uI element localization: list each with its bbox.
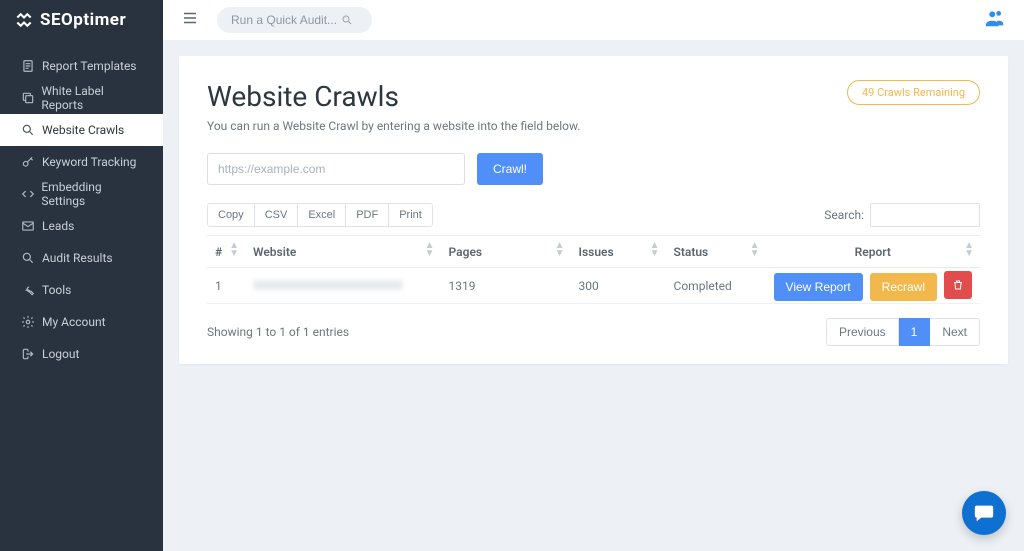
col-num[interactable]: #▲▼	[207, 236, 245, 268]
page-subtitle: You can run a Website Crawl by entering …	[207, 119, 980, 133]
cell-num: 1	[207, 268, 245, 304]
topbar	[163, 0, 1024, 40]
export-button-group: Copy CSV Excel PDF Print	[207, 203, 433, 227]
col-pages[interactable]: Pages▲▼	[441, 236, 571, 268]
export-copy-button[interactable]: Copy	[207, 203, 255, 227]
logo-icon	[14, 10, 34, 30]
cell-actions: View Report Recrawl	[766, 268, 980, 304]
chat-icon	[973, 502, 995, 524]
sidebar: SEOptimer Report Templates White Label R…	[0, 0, 163, 551]
mail-icon	[18, 219, 38, 233]
crawl-url-input[interactable]	[207, 153, 465, 185]
sort-icon: ▲▼	[425, 242, 435, 258]
sidebar-item-label: My Account	[42, 315, 106, 329]
crawls-table: #▲▼ Website▲▼ Pages▲▼ Issues▲▼ Status▲▼ …	[207, 235, 980, 304]
pager-prev[interactable]: Previous	[826, 318, 899, 346]
export-print-button[interactable]: Print	[389, 203, 433, 227]
sidebar-item-white-label-reports[interactable]: White Label Reports	[0, 82, 163, 114]
sort-icon: ▲▼	[555, 242, 565, 258]
sidebar-item-embedding-settings[interactable]: Embedding Settings	[0, 178, 163, 210]
table-search-input[interactable]	[870, 203, 980, 227]
menu-toggle-icon[interactable]	[181, 9, 199, 31]
delete-button[interactable]	[944, 271, 972, 299]
sidebar-item-keyword-tracking[interactable]: Keyword Tracking	[0, 146, 163, 178]
wrench-icon	[18, 283, 38, 297]
col-issues[interactable]: Issues▲▼	[571, 236, 666, 268]
document-icon	[18, 59, 38, 73]
brand-name: SEOptimer	[40, 10, 126, 30]
cell-issues: 300	[571, 268, 666, 304]
quick-audit-search[interactable]	[217, 7, 372, 33]
col-report[interactable]: Report▲▼	[766, 236, 980, 268]
redacted-website	[253, 280, 403, 290]
sidebar-item-leads[interactable]: Leads	[0, 210, 163, 242]
sidebar-item-my-account[interactable]: My Account	[0, 306, 163, 338]
recrawl-button[interactable]: Recrawl	[870, 273, 937, 301]
cell-pages: 1319	[441, 268, 571, 304]
sort-icon: ▲▼	[650, 242, 660, 258]
sidebar-item-website-crawls[interactable]: Website Crawls	[0, 114, 163, 146]
magnify-icon	[18, 123, 38, 137]
search-results-icon	[18, 251, 38, 265]
copy-icon	[18, 91, 37, 105]
sidebar-item-report-templates[interactable]: Report Templates	[0, 50, 163, 82]
sidebar-item-audit-results[interactable]: Audit Results	[0, 242, 163, 274]
code-icon	[18, 187, 37, 201]
sidebar-item-label: Report Templates	[42, 59, 137, 73]
sidebar-item-logout[interactable]: Logout	[0, 338, 163, 370]
pager-page-1[interactable]: 1	[899, 318, 931, 346]
table-search-label: Search:	[824, 208, 864, 222]
sidebar-item-label: Embedding Settings	[41, 180, 145, 208]
cell-website	[245, 268, 441, 304]
pager-next[interactable]: Next	[930, 318, 980, 346]
table-row: 1 1319 300 Completed View Report Recrawl	[207, 268, 980, 304]
page-title: Website Crawls	[207, 80, 399, 113]
users-icon[interactable]	[984, 7, 1006, 33]
pagination: Previous 1 Next	[826, 318, 980, 346]
sidebar-list: Report Templates White Label Reports Web…	[0, 50, 163, 370]
sort-icon: ▲▼	[964, 242, 974, 258]
sidebar-item-label: Leads	[42, 219, 74, 233]
crawls-card: Website Crawls 49 Crawls Remaining You c…	[179, 56, 1008, 364]
crawls-remaining-badge: 49 Crawls Remaining	[847, 80, 980, 105]
view-report-button[interactable]: View Report	[774, 273, 863, 301]
gear-icon	[18, 315, 38, 329]
col-status[interactable]: Status▲▼	[666, 236, 766, 268]
logout-icon	[18, 347, 38, 361]
cell-status: Completed	[666, 268, 766, 304]
sidebar-item-tools[interactable]: Tools	[0, 274, 163, 306]
trash-icon	[952, 279, 964, 291]
sidebar-item-label: Keyword Tracking	[42, 155, 136, 169]
content-area: Website Crawls 49 Crawls Remaining You c…	[163, 40, 1024, 551]
export-pdf-button[interactable]: PDF	[346, 203, 389, 227]
search-icon	[341, 14, 353, 26]
sort-icon: ▲▼	[750, 242, 760, 258]
quick-audit-input[interactable]	[231, 13, 341, 27]
brand-logo[interactable]: SEOptimer	[0, 0, 163, 40]
export-csv-button[interactable]: CSV	[255, 203, 299, 227]
table-info: Showing 1 to 1 of 1 entries	[207, 325, 349, 339]
col-website[interactable]: Website▲▼	[245, 236, 441, 268]
sidebar-item-label: Tools	[42, 283, 71, 297]
chat-launcher[interactable]	[962, 491, 1006, 535]
sidebar-item-label: White Label Reports	[41, 84, 145, 112]
sidebar-item-label: Audit Results	[42, 251, 113, 265]
sort-icon: ▲▼	[229, 242, 239, 258]
export-excel-button[interactable]: Excel	[298, 203, 346, 227]
sidebar-item-label: Website Crawls	[42, 123, 124, 137]
key-icon	[18, 155, 38, 169]
crawl-button[interactable]: Crawl!	[477, 153, 543, 185]
sidebar-item-label: Logout	[42, 347, 79, 361]
